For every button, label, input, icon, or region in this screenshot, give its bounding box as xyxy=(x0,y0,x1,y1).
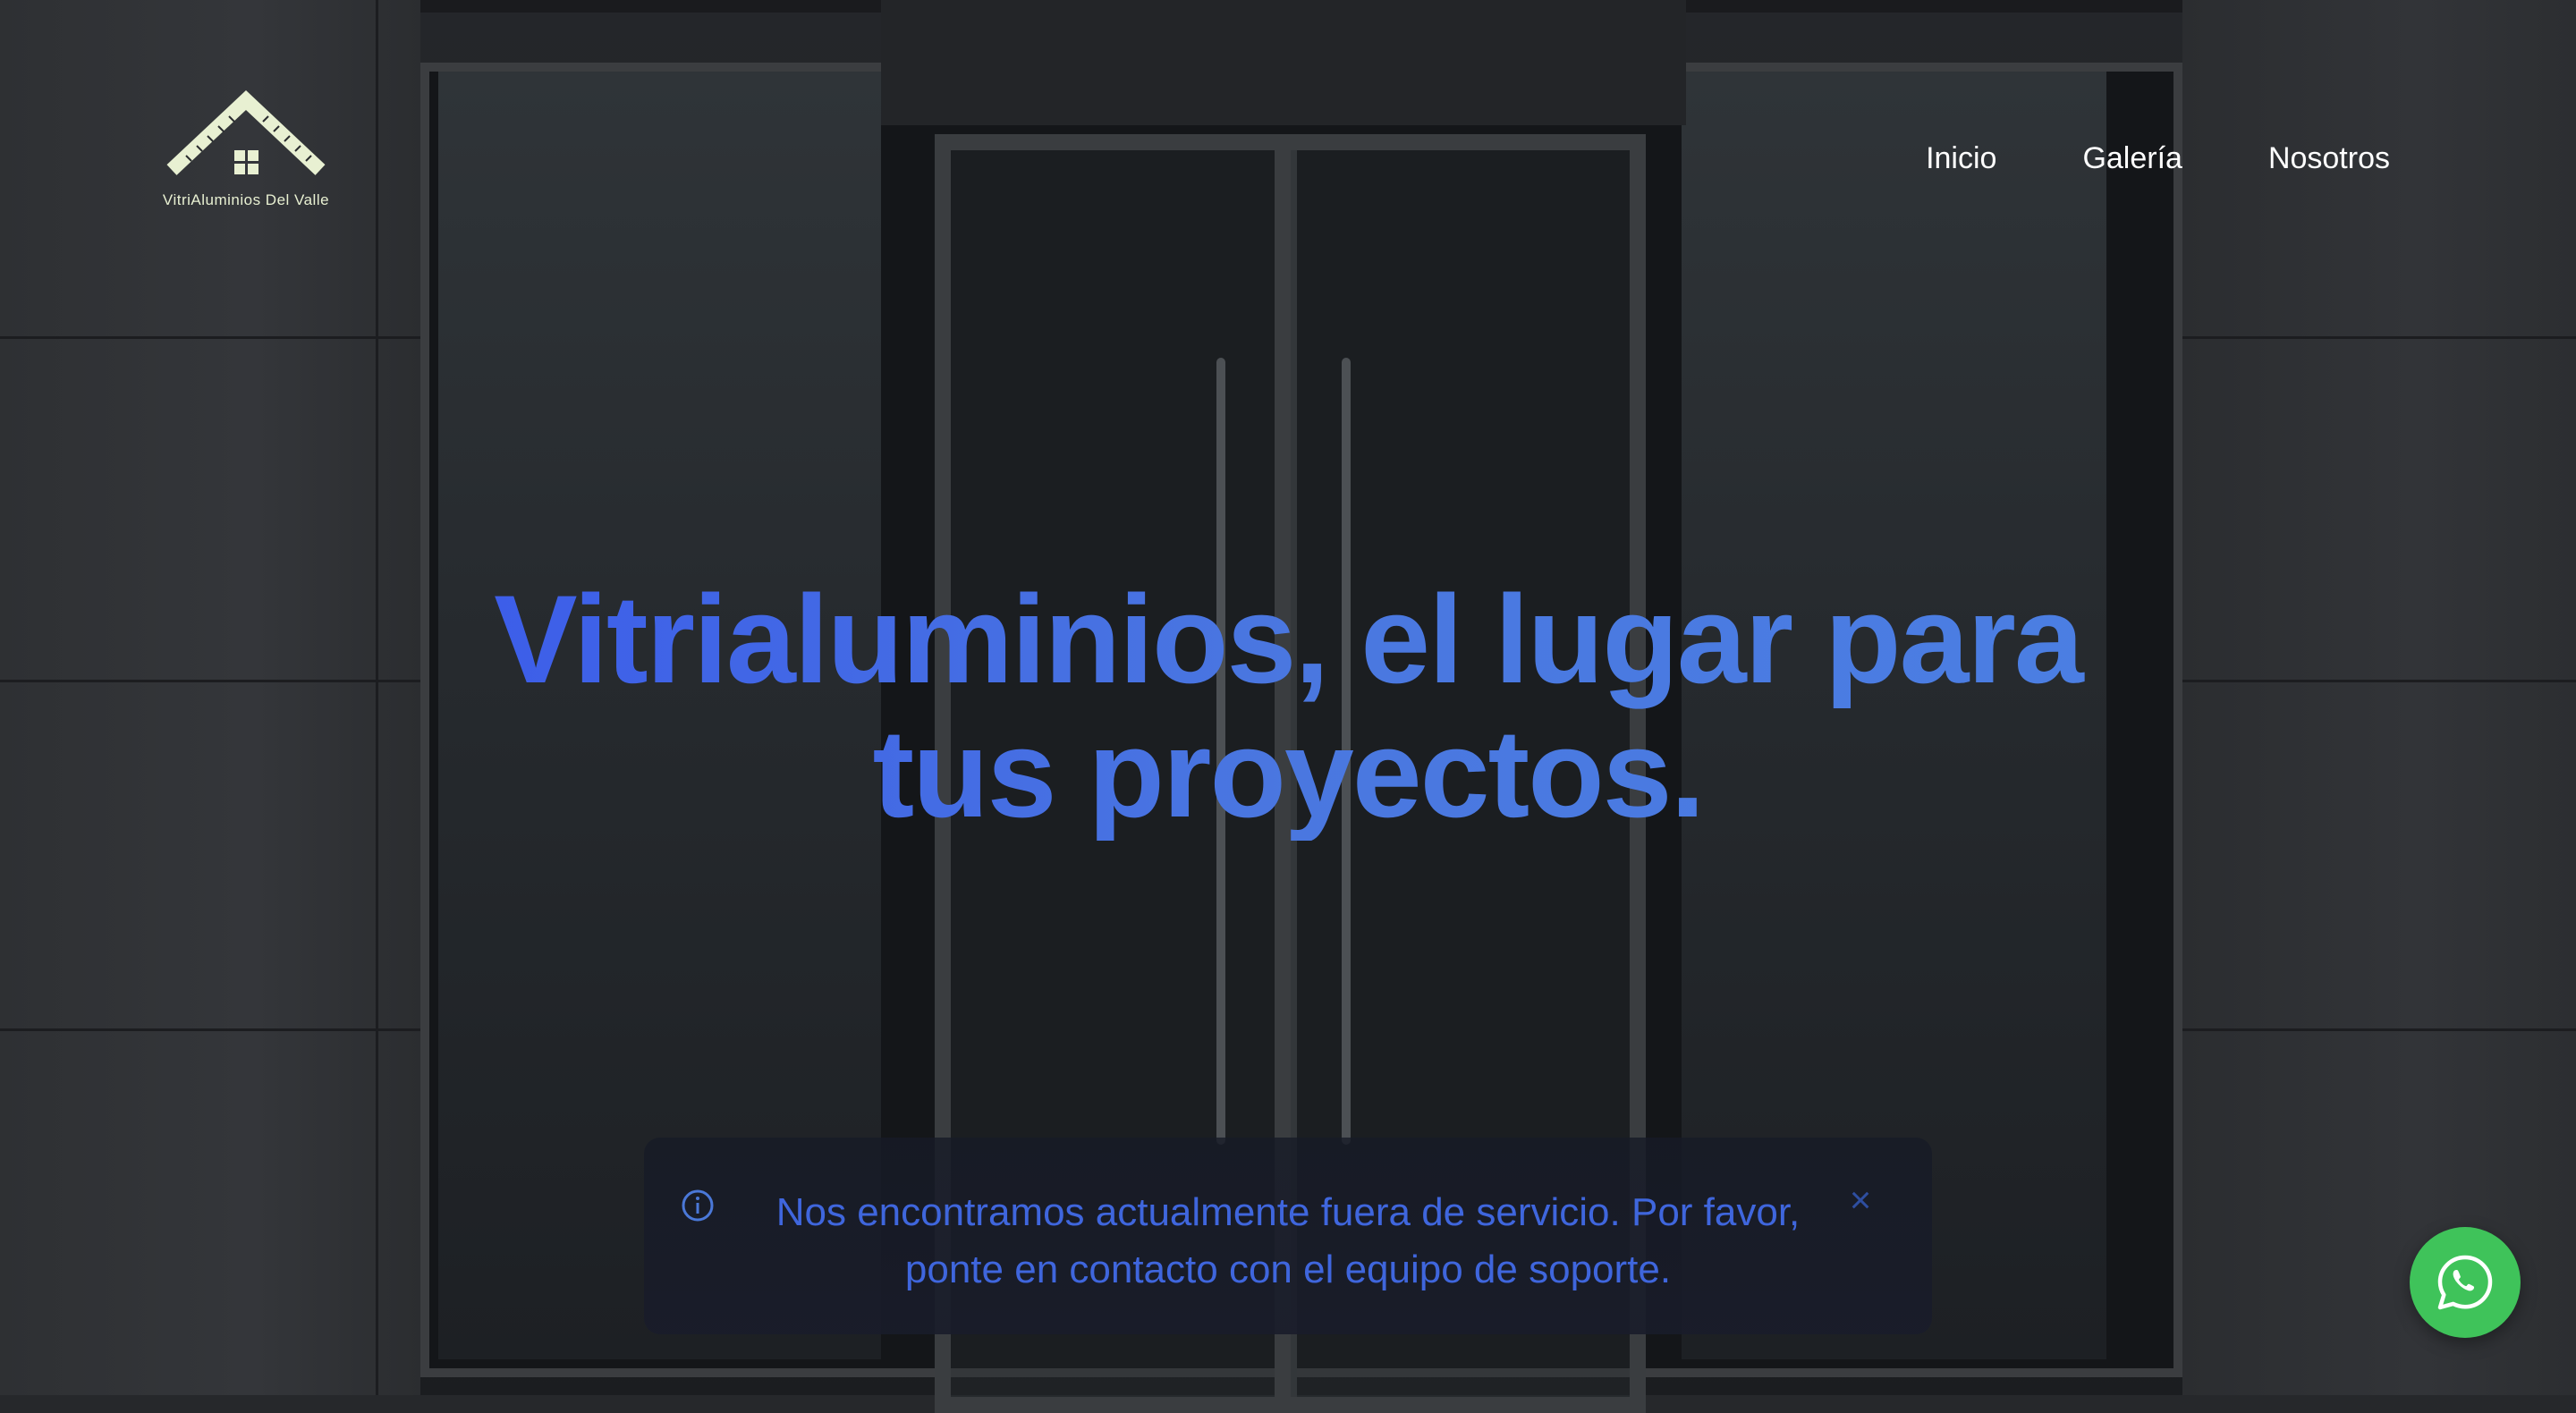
wall-joint xyxy=(0,1028,420,1031)
service-alert: Nos encontramos actualmente fuera de ser… xyxy=(644,1138,1932,1334)
wall-joint xyxy=(376,0,378,1395)
wall-joint xyxy=(0,680,420,682)
house-roof-ruler-icon xyxy=(166,90,326,175)
door-top-beam xyxy=(881,0,1686,125)
main-nav: Inicio Galería Nosotros xyxy=(1926,141,2390,176)
wall-joint xyxy=(2182,1028,2576,1031)
alert-message: Nos encontramos actualmente fuera de ser… xyxy=(775,1190,1801,1291)
right-wall xyxy=(2182,0,2576,1395)
whatsapp-icon xyxy=(2437,1255,2493,1310)
wall-joint xyxy=(0,336,420,339)
brand-logo[interactable]: VitriAluminios Del Valle xyxy=(143,86,349,211)
brand-name: VitriAluminios Del Valle xyxy=(162,191,330,208)
whatsapp-button[interactable] xyxy=(2410,1227,2521,1338)
nav-item-nosotros[interactable]: Nosotros xyxy=(2268,141,2390,176)
hero-headline: Vitrialuminios, el lugar para tus proyec… xyxy=(394,572,2182,841)
close-icon[interactable]: × xyxy=(1843,1181,1878,1219)
wall-joint xyxy=(2182,336,2576,339)
info-circle-icon xyxy=(682,1189,714,1222)
nav-item-galeria[interactable]: Galería xyxy=(2082,141,2182,176)
wall-joint xyxy=(2182,680,2576,682)
nav-item-inicio[interactable]: Inicio xyxy=(1926,141,1996,176)
hero-headline-line2: tus proyectos. xyxy=(872,703,1704,843)
hero-headline-line1: Vitrialuminios, el lugar para xyxy=(494,569,2082,709)
